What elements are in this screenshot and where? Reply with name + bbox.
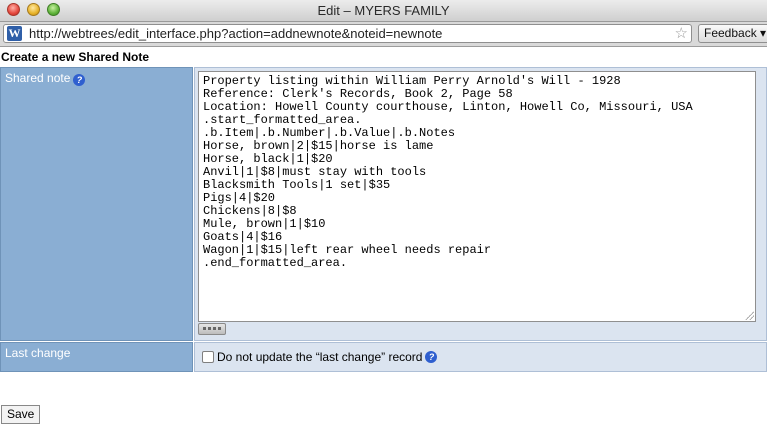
note-line: .start_formatted_area. xyxy=(203,113,362,127)
shared-note-text[interactable]: Property listing within William Perry Ar… xyxy=(203,75,693,270)
note-line: Chickens|8|$8 xyxy=(203,204,297,218)
help-icon[interactable]: ? xyxy=(425,351,438,363)
note-line: Location: Howell County courthouse, Lint… xyxy=(203,100,693,114)
last-change-label-cell: Last change xyxy=(0,342,193,372)
url-text[interactable]: http://webtrees/edit_interface.php?actio… xyxy=(29,26,442,41)
help-icon[interactable]: ? xyxy=(73,74,86,86)
note-line: Property listing within William Perry Ar… xyxy=(203,74,621,88)
save-button[interactable]: Save xyxy=(1,405,41,424)
url-field[interactable]: W http://webtrees/edit_interface.php?act… xyxy=(3,24,692,43)
note-line: Blacksmith Tools|1 set|$35 xyxy=(203,178,391,192)
last-change-option[interactable]: Do not update the “last change” record ? xyxy=(202,350,438,364)
note-line: Wagon|1|$15|left rear wheel needs repair xyxy=(203,243,492,257)
shared-note-textarea[interactable]: Property listing within William Perry Ar… xyxy=(198,71,756,322)
shared-note-label-cell: Shared note? xyxy=(0,67,193,341)
last-change-value-cell: Do not update the “last change” record ? xyxy=(194,342,767,372)
note-line: Anvil|1|$8|must stay with tools xyxy=(203,165,427,179)
note-line: Horse, black|1|$20 xyxy=(203,152,333,166)
note-line: Reference: Clerk's Records, Book 2, Page… xyxy=(203,87,513,101)
note-line: .end_formatted_area. xyxy=(203,256,348,270)
window-title: Edit – MYERS FAMILY xyxy=(317,3,450,18)
site-favicon-icon: W xyxy=(7,26,22,41)
note-line: Goats|4|$16 xyxy=(203,230,283,244)
bookmark-star-icon[interactable]: ☆ xyxy=(675,25,688,42)
feedback-button[interactable]: Feedback ▾ xyxy=(698,24,767,43)
window-titlebar: Edit – MYERS FAMILY xyxy=(0,0,767,22)
note-line: Horse, brown|2|$15|horse is lame xyxy=(203,139,434,153)
page-title: Create a new Shared Note xyxy=(1,50,150,64)
shared-note-value-cell: Property listing within William Perry Ar… xyxy=(194,67,767,341)
no-update-label[interactable]: Do not update the “last change” record xyxy=(217,350,422,364)
shared-note-label: Shared note xyxy=(5,71,71,85)
last-change-label: Last change xyxy=(5,346,71,360)
note-line: Pigs|4|$20 xyxy=(203,191,276,205)
address-toolbar: W http://webtrees/edit_interface.php?act… xyxy=(0,22,767,47)
resize-grip-icon[interactable] xyxy=(744,310,754,320)
no-update-checkbox[interactable] xyxy=(202,351,214,363)
keyboard-icon[interactable] xyxy=(198,323,226,335)
note-line: Mule, brown|1|$10 xyxy=(203,217,326,231)
note-line: .b.Item|.b.Number|.b.Value|.b.Notes xyxy=(203,126,456,140)
